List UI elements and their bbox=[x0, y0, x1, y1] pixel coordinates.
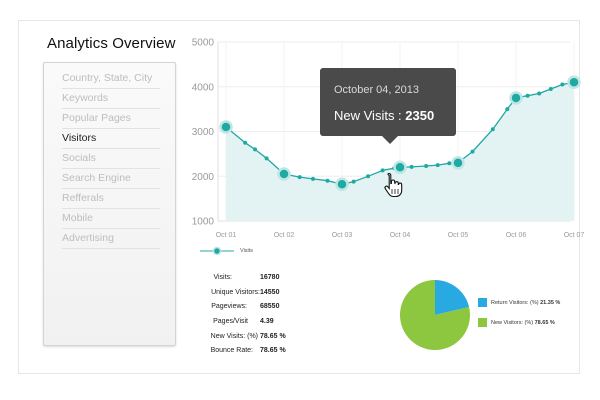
data-point-small bbox=[548, 86, 553, 91]
stat-value: 78.65 % bbox=[260, 332, 286, 340]
pie-legend-new-visitors: New Visitors: (%) 78.65 % bbox=[478, 318, 560, 338]
stat-label: Pages/Visit bbox=[213, 318, 248, 326]
legend-swatch-new bbox=[478, 318, 487, 328]
legend-label: New Visitors: (%) bbox=[491, 320, 534, 326]
data-point-small bbox=[525, 93, 530, 98]
data-point-marker bbox=[277, 167, 291, 181]
y-tick-label: 3000 bbox=[192, 127, 215, 138]
x-tick-label: Oct 06 bbox=[506, 232, 527, 239]
y-tick-label: 2000 bbox=[192, 172, 215, 183]
data-point-small bbox=[505, 107, 510, 112]
data-point-small bbox=[424, 163, 429, 168]
data-point-small bbox=[366, 174, 371, 179]
stat-label: Visits: bbox=[213, 274, 232, 281]
chart-tooltip: October 04, 2013 New Visits : 2350 bbox=[320, 68, 456, 144]
tooltip-label: New Visits : bbox=[334, 108, 406, 123]
data-point-small bbox=[560, 82, 565, 87]
legend-line-marker bbox=[200, 246, 234, 256]
legend-label-visits: Visits bbox=[240, 248, 254, 254]
stat-value: 78.65 % bbox=[260, 347, 286, 355]
data-point-small bbox=[264, 156, 269, 161]
legend-value: 21.35 % bbox=[540, 300, 561, 306]
x-tick-label: Oct 04 bbox=[390, 232, 411, 239]
data-point-small bbox=[447, 161, 452, 166]
visits-line-chart: 1000 2000 3000 4000 5000 Oct 01 Oct 02 Oct 03 Oc… bbox=[0, 0, 600, 400]
stat-value: 16780 bbox=[260, 274, 280, 281]
data-point-marker bbox=[509, 91, 523, 105]
stat-value: 4.39 bbox=[260, 318, 274, 326]
y-tick-label: 4000 bbox=[192, 82, 215, 93]
hand-pointer-icon bbox=[384, 172, 403, 198]
y-tick-label: 1000 bbox=[192, 217, 215, 228]
data-point-small bbox=[351, 179, 356, 184]
stat-value: 14550 bbox=[260, 288, 280, 296]
pie-legend: Return Visitors: (%) 21.35 % New Visitor… bbox=[478, 298, 560, 338]
data-point-small bbox=[470, 149, 475, 154]
data-point-small bbox=[409, 164, 414, 169]
data-point-marker bbox=[451, 156, 465, 170]
y-tick-label: 5000 bbox=[192, 38, 215, 49]
stat-label: Unique Visitors: bbox=[211, 288, 260, 296]
stat-value: 68550 bbox=[260, 303, 280, 311]
data-point-marker bbox=[335, 177, 349, 192]
legend-value: 78.65 % bbox=[534, 320, 555, 326]
x-tick-label: Oct 02 bbox=[274, 232, 295, 239]
legend-swatch-return bbox=[478, 298, 487, 308]
data-point-small bbox=[253, 147, 257, 152]
x-tick-label: Oct 07 bbox=[564, 232, 585, 239]
visitors-pie-chart bbox=[399, 280, 470, 350]
stat-label: Bounce Rate: bbox=[210, 347, 253, 355]
pie-legend-return-visitors: Return Visitors: (%) 21.35 % bbox=[478, 298, 560, 318]
data-point-small bbox=[311, 176, 315, 181]
data-point-small bbox=[435, 163, 440, 168]
data-point-marker bbox=[567, 75, 581, 90]
data-point-marker bbox=[219, 120, 233, 134]
tooltip-value: 2350 bbox=[405, 108, 435, 123]
x-tick-label: Oct 05 bbox=[448, 232, 469, 239]
data-point-small bbox=[243, 140, 248, 145]
stat-label: New Visits: (%) bbox=[210, 332, 258, 340]
tooltip-new-visits: New Visits : 2350 bbox=[334, 108, 434, 123]
tooltip-date: October 04, 2013 bbox=[334, 84, 420, 96]
x-tick-label: Oct 03 bbox=[332, 232, 353, 239]
data-point-small bbox=[325, 178, 330, 183]
legend-label: Return Visitors: (%) bbox=[491, 300, 539, 306]
data-point-small bbox=[490, 127, 495, 132]
line-chart-svg: 1000 2000 3000 4000 5000 Oct 01 Oct 02 Oct 03 Oc… bbox=[192, 38, 585, 240]
data-point-small bbox=[297, 175, 302, 180]
stat-label: Pageviews: bbox=[211, 303, 247, 311]
data-point-small bbox=[537, 91, 542, 96]
x-tick-label: Oct 01 bbox=[216, 232, 237, 239]
